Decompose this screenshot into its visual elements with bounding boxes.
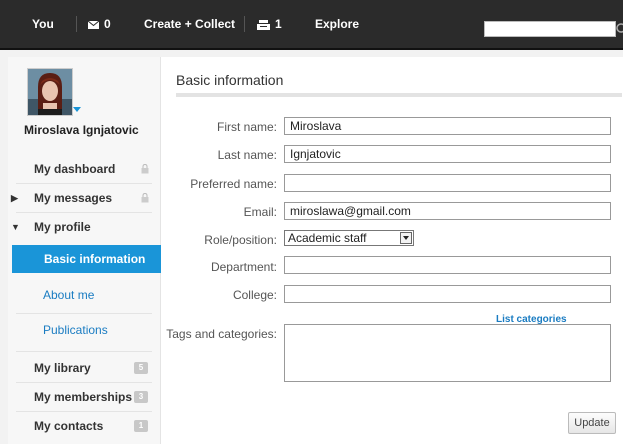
nav-explore[interactable]: Explore — [315, 0, 359, 48]
preferred-name-field[interactable] — [284, 174, 611, 192]
nav-separator — [244, 16, 245, 32]
expand-down-icon: ▼ — [11, 222, 20, 232]
sidebar-item-contacts[interactable]: My contacts 1 — [8, 412, 160, 440]
sidebar-item-label: My profile — [34, 220, 91, 234]
department-field[interactable] — [284, 256, 611, 274]
nav-messages[interactable]: 0 — [88, 0, 111, 48]
email-label: Email: — [243, 205, 277, 219]
sidebar-item-label: My contacts — [34, 419, 104, 433]
sidebar-item-library[interactable]: My library 5 — [8, 354, 160, 382]
tray-icon — [257, 19, 270, 30]
sidebar-item-label: Publications — [43, 323, 108, 337]
nav-you[interactable]: You — [32, 0, 54, 48]
college-field[interactable] — [284, 285, 611, 303]
role-select[interactable]: Academic staff — [284, 230, 414, 246]
sidebar-item-label: About me — [43, 288, 95, 302]
sidebar-divider — [16, 351, 152, 352]
tags-textarea[interactable] — [284, 324, 611, 382]
preferred-name-label: Preferred name: — [190, 177, 277, 191]
role-selected-value: Academic staff — [288, 231, 367, 245]
sidebar-divider — [16, 313, 152, 314]
sidebar-subitem-basic-information[interactable]: Basic information — [12, 245, 168, 273]
page-title: Basic information — [176, 72, 284, 88]
sidebar-item-label: My library — [34, 361, 91, 375]
sidebar-subitem-about-me[interactable]: About me — [8, 281, 160, 309]
sidebar-item-label: My dashboard — [34, 162, 116, 176]
department-label: Department: — [210, 260, 277, 274]
main-panel: Basic information First name: Last name:… — [161, 57, 623, 444]
sidebar-item-dashboard[interactable]: My dashboard — [8, 155, 160, 183]
update-button[interactable]: Update — [568, 412, 616, 434]
college-label: College: — [232, 288, 277, 302]
sidebar-item-label: Basic information — [44, 252, 146, 266]
avatar-dropdown-icon[interactable] — [73, 107, 81, 112]
lock-icon — [141, 193, 149, 203]
nav-separator — [76, 16, 77, 32]
search-icon[interactable] — [615, 20, 623, 38]
sidebar-item-label: My messages — [34, 191, 113, 205]
count-badge: 5 — [134, 362, 148, 374]
top-nav-bar: You 0 Create + Collect 1 Explore — [0, 0, 623, 50]
sidebar-subitem-publications[interactable]: Publications — [8, 316, 160, 344]
last-name-label: Last name: — [217, 148, 277, 162]
first-name-field[interactable] — [284, 117, 611, 135]
envelope-icon — [88, 20, 99, 29]
sidebar-item-memberships[interactable]: My memberships 3 — [8, 383, 160, 411]
first-name-label: First name: — [216, 120, 277, 134]
messages-count: 0 — [104, 17, 111, 31]
sidebar-item-messages[interactable]: ▶ My messages — [8, 184, 160, 212]
title-underline — [176, 93, 622, 97]
sidebar-item-profile[interactable]: ▼ My profile — [8, 213, 160, 241]
tags-label: Tags and categories: — [166, 327, 277, 341]
avatar[interactable] — [27, 68, 73, 116]
sidebar-item-label: My memberships — [34, 390, 133, 404]
count-badge: 1 — [134, 420, 148, 432]
nav-create-collect[interactable]: Create + Collect — [144, 0, 235, 48]
email-field[interactable] — [284, 202, 611, 220]
chevron-down-icon[interactable] — [400, 232, 412, 244]
count-badge: 3 — [134, 391, 148, 403]
expand-right-icon: ▶ — [11, 193, 18, 203]
sidebar: Miroslava Ignjatovic My dashboard ▶ My m… — [8, 57, 168, 444]
profile-name: Miroslava Ignjatovic — [24, 123, 139, 137]
last-name-field[interactable] — [284, 145, 611, 163]
lock-icon — [141, 164, 149, 174]
role-label: Role/position: — [204, 233, 277, 247]
collect-count: 1 — [275, 17, 282, 31]
nav-collect-tray[interactable]: 1 — [257, 0, 282, 48]
search-input[interactable] — [484, 21, 616, 37]
